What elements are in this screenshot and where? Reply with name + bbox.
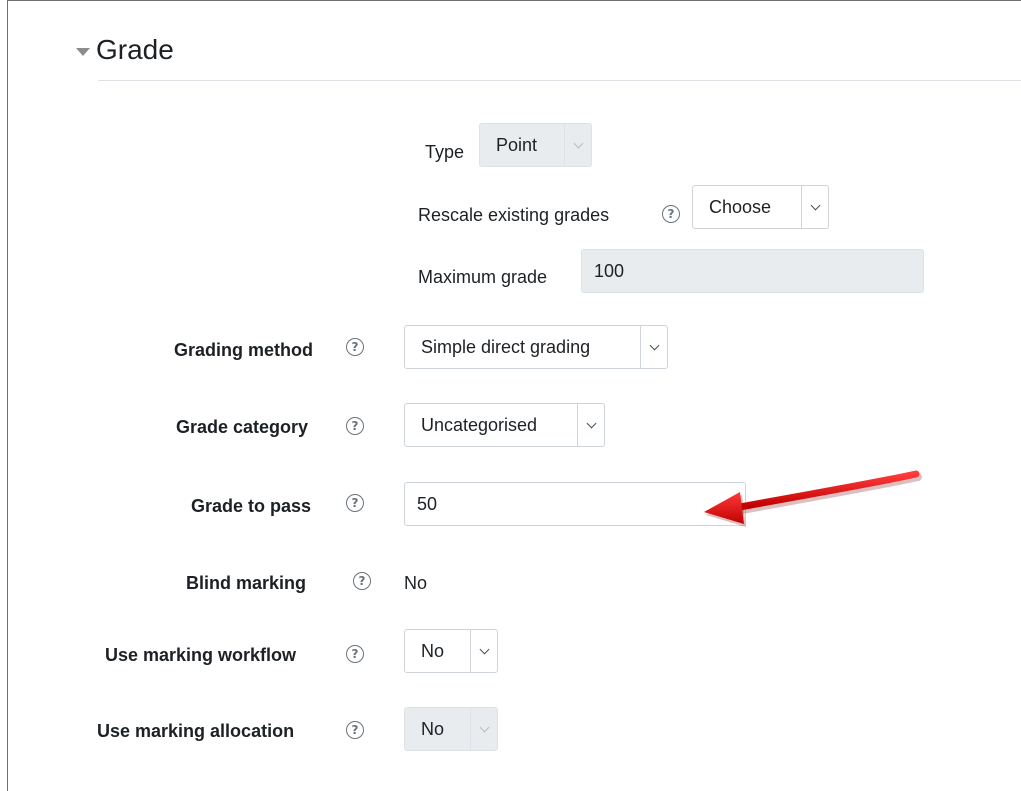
chevron-down-icon bbox=[586, 418, 596, 428]
chevron-down-icon bbox=[649, 340, 659, 350]
grading-method-value: Simple direct grading bbox=[421, 336, 591, 357]
help-icon[interactable]: ? bbox=[346, 338, 364, 356]
help-icon[interactable]: ? bbox=[346, 417, 364, 435]
marking-workflow-label: Use marking workflow bbox=[105, 645, 297, 665]
grade-category-value: Uncategorised bbox=[421, 414, 538, 435]
section-divider bbox=[98, 80, 1021, 81]
chevron-down-icon bbox=[810, 200, 820, 210]
grading-method-label: Grading method bbox=[174, 340, 313, 360]
window-border-left bbox=[7, 0, 8, 791]
chevron-down-icon bbox=[479, 722, 489, 732]
marking-allocation-select: No bbox=[404, 707, 498, 751]
grade-category-label: Grade category bbox=[176, 417, 309, 437]
maximum-grade-label: Maximum grade bbox=[418, 267, 548, 287]
maximum-grade-value: 100 bbox=[594, 260, 625, 281]
type-label: Type bbox=[425, 142, 465, 162]
help-icon[interactable]: ? bbox=[346, 721, 364, 739]
annotation-arrow-icon bbox=[704, 470, 922, 527]
marking-allocation-label: Use marking allocation bbox=[97, 721, 295, 741]
grade-to-pass-input[interactable]: 50 bbox=[404, 482, 746, 526]
type-select: Point bbox=[479, 123, 592, 167]
rescale-select[interactable]: Choose bbox=[692, 185, 829, 229]
help-icon[interactable]: ? bbox=[346, 494, 364, 512]
type-select-value: Point bbox=[496, 134, 538, 155]
maximum-grade-input: 100 bbox=[581, 249, 924, 293]
blind-marking-value: No bbox=[404, 573, 428, 593]
marking-workflow-select[interactable]: No bbox=[404, 629, 498, 673]
blind-marking-label: Blind marking bbox=[186, 573, 307, 593]
section-title: Grade bbox=[96, 34, 174, 65]
grading-method-select[interactable]: Simple direct grading bbox=[404, 325, 668, 369]
rescale-select-value: Choose bbox=[709, 196, 772, 217]
marking-workflow-value: No bbox=[421, 640, 445, 661]
help-icon[interactable]: ? bbox=[662, 205, 680, 223]
grade-section-toggle[interactable]: Grade bbox=[76, 30, 174, 70]
chevron-down-icon bbox=[573, 138, 583, 148]
grade-to-pass-label: Grade to pass bbox=[191, 496, 312, 516]
grade-to-pass-value: 50 bbox=[417, 493, 438, 514]
caret-down-icon bbox=[76, 48, 90, 56]
rescale-label: Rescale existing grades bbox=[418, 205, 610, 225]
marking-allocation-value: No bbox=[421, 718, 445, 739]
chevron-down-icon bbox=[479, 644, 489, 654]
window-border-top bbox=[7, 0, 1021, 1]
help-icon[interactable]: ? bbox=[353, 572, 371, 590]
help-icon[interactable]: ? bbox=[346, 645, 364, 663]
grade-category-select[interactable]: Uncategorised bbox=[404, 403, 605, 447]
